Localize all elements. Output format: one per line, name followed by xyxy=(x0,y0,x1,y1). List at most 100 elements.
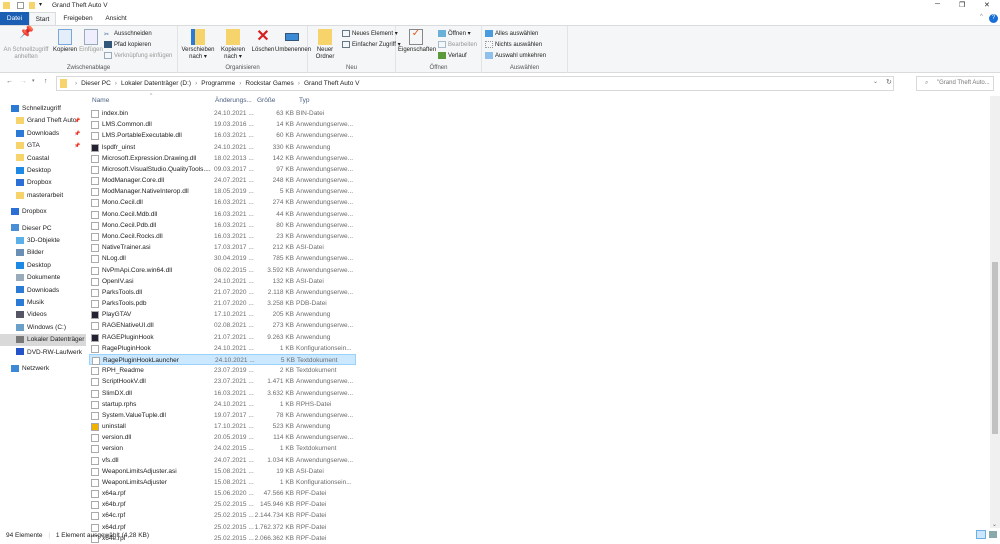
sidebar-item[interactable]: Schnellzugriff xyxy=(0,103,86,115)
details-view-button[interactable] xyxy=(976,530,986,539)
address-bar[interactable]: › Dieser PC › Lokaler Datenträger (D:) › Prog… xyxy=(56,76,894,91)
close-button[interactable]: ✕ xyxy=(984,1,990,9)
properties-button[interactable]: ✓ Eigenschaften xyxy=(398,29,436,54)
sidebar-item[interactable]: Bilder xyxy=(0,247,86,259)
invert-selection-button[interactable]: Auswahl umkehren xyxy=(485,51,546,61)
file-row[interactable]: ParksTools.dll 21.07.2020 ... 2.118 KB Anwe… xyxy=(89,287,356,298)
refresh-icon[interactable]: ↻ xyxy=(886,78,892,86)
sidebar-item[interactable]: masterarbeit xyxy=(0,190,86,202)
open-button[interactable]: Öffnen ▾ xyxy=(438,29,471,39)
file-row[interactable]: NLog.dll 30.04.2019 ... 785 KB Anwendungser… xyxy=(89,253,356,264)
sidebar-item[interactable]: Dropbox xyxy=(0,206,86,218)
column-size[interactable]: Größe xyxy=(257,97,275,104)
file-row[interactable]: x64c.rpf 25.02.2015 ... 2.144.734 KB RPF-Da… xyxy=(89,510,356,521)
easy-access-button[interactable]: Einfacher Zugriff ▾ xyxy=(342,40,401,50)
pin-quick-access-button[interactable]: 📌 An Schnellzugriff anheften xyxy=(2,26,50,61)
paste-button[interactable]: Einfügen xyxy=(79,29,103,54)
new-folder-quick-icon[interactable] xyxy=(29,2,35,9)
properties-quick-icon[interactable] xyxy=(17,2,24,9)
new-folder-button[interactable]: Neuer Ordner xyxy=(312,29,338,61)
address-dropdown-icon[interactable]: ⌄ xyxy=(873,78,878,85)
file-row[interactable]: Microsoft.VisualStudio.QualityTools.... 0… xyxy=(89,164,356,175)
history-button[interactable]: Verlauf xyxy=(438,51,467,61)
file-row[interactable]: RAGENativeUI.dll 02.08.2021 ... 273 KB Anwe… xyxy=(89,320,356,331)
file-row[interactable]: x64a.rpf 15.06.2020 ... 47.566 KB RPF-Datei xyxy=(89,488,356,499)
file-row[interactable]: RagePluginHook 24.10.2021 ... 1 KB Konfigur… xyxy=(89,343,356,354)
file-row[interactable]: System.ValueTuple.dll 19.07.2017 ... 78 KB… xyxy=(89,410,356,421)
sidebar-item[interactable]: Desktop xyxy=(0,260,86,272)
minimize-button[interactable]: ─ xyxy=(935,1,940,8)
search-input[interactable]: ⌕ "Grand Theft Auto... xyxy=(916,76,994,91)
quick-access-dropdown-icon[interactable]: ▾ xyxy=(39,1,42,8)
recent-dropdown-icon[interactable]: ▾ xyxy=(32,78,35,84)
column-date[interactable]: Änderungs... xyxy=(215,97,252,104)
back-button[interactable]: ← xyxy=(6,78,13,85)
file-row[interactable]: Mono.Cecil.dll 16.03.2021 ... 274 KB Anwend… xyxy=(89,197,356,208)
file-row[interactable]: Mono.Cecil.Mdb.dll 16.03.2021 ... 44 KB Anw… xyxy=(89,209,356,220)
tab-ansicht[interactable]: Ansicht xyxy=(100,12,132,25)
scrollbar-thumb[interactable] xyxy=(992,262,998,434)
file-row[interactable]: version.dll 20.05.2019 ... 114 KB Anwendung… xyxy=(89,432,356,443)
file-row[interactable]: version 24.02.2015 ... 1 KB Textdokument xyxy=(89,443,356,454)
sidebar-item[interactable]: DVD-RW-Laufwerk xyxy=(0,347,86,359)
file-row[interactable]: OpenIV.asi 24.10.2021 ... 132 KB ASI-Datei xyxy=(89,276,356,287)
file-row[interactable]: WeaponLimitsAdjuster 15.08.2021 ... 1 KB Ko… xyxy=(89,477,356,488)
file-row[interactable]: ModManager.NativeInterop.dll 18.05.2019 .… xyxy=(89,186,356,197)
scroll-down-icon[interactable]: ⌄ xyxy=(992,521,997,528)
breadcrumb-item[interactable]: Programme xyxy=(201,80,235,87)
file-row[interactable]: Mono.Cecil.Pdb.dll 16.03.2021 ... 80 KB Anw… xyxy=(89,220,356,231)
copy-button[interactable]: Kopieren xyxy=(52,29,78,54)
file-row[interactable]: Mono.Cecil.Rocks.dll 16.03.2021 ... 23 KB A… xyxy=(89,231,356,242)
up-button[interactable]: ↑ xyxy=(44,78,48,85)
file-row[interactable]: vfs.dll 24.07.2021 ... 1.034 KB Anwendungse… xyxy=(89,455,356,466)
file-row[interactable]: Microsoft.Expression.Drawing.dll 18.02.20… xyxy=(89,153,356,164)
paste-shortcut-button[interactable]: Verknüpfung einfügen xyxy=(104,51,172,61)
sidebar-item[interactable]: 3D-Objekte xyxy=(0,235,86,247)
file-row[interactable]: SlimDX.dll 16.03.2021 ... 3.632 KB Anwendun… xyxy=(89,388,356,399)
tab-datei[interactable]: Datei xyxy=(0,12,29,25)
forward-button[interactable]: → xyxy=(20,78,27,85)
collapse-ribbon-icon[interactable]: ^ xyxy=(980,14,983,20)
breadcrumb-item[interactable]: Dieser PC xyxy=(81,80,111,87)
column-name[interactable]: Name xyxy=(92,97,109,104)
sidebar-item[interactable]: Dokumente xyxy=(0,272,86,284)
file-row[interactable]: ParksTools.pdb 21.07.2020 ... 3.258 KB PDB-… xyxy=(89,298,356,309)
file-row[interactable]: RagePluginHookLauncher 24.10.2021 ... 5 KB… xyxy=(89,353,356,365)
cut-button[interactable]: ✂ Ausschneiden xyxy=(104,29,152,39)
breadcrumb-item[interactable]: Grand Theft Auto V xyxy=(304,80,360,87)
sidebar-item[interactable]: Downloads 📌 xyxy=(0,128,86,140)
new-item-button[interactable]: Neues Element ▾ xyxy=(342,29,398,39)
file-row[interactable]: LMS.PortableExecutable.dll 16.03.2021 ...… xyxy=(89,130,356,141)
file-row[interactable]: ModManager.Core.dll 24.07.2021 ... 248 KB A… xyxy=(89,175,356,186)
sidebar-item[interactable]: Desktop xyxy=(0,165,86,177)
file-row[interactable]: RPH_Readme 23.07.2019 ... 2 KB Textdokument xyxy=(89,365,356,376)
copy-path-button[interactable]: Pfad kopieren xyxy=(104,40,151,50)
file-row[interactable]: lspdfr_uinst 24.10.2021 ... 330 KB Anwendun… xyxy=(89,142,356,153)
file-row[interactable]: NvPmApi.Core.win64.dll 06.02.2015 ... 3.59… xyxy=(89,265,356,276)
sidebar-item[interactable]: Coastal xyxy=(0,153,86,165)
breadcrumb-item[interactable]: Lokaler Datenträger (D:) xyxy=(121,80,191,87)
sidebar-item[interactable]: Dieser PC xyxy=(0,223,86,235)
breadcrumb-separator[interactable]: › xyxy=(239,80,241,87)
copy-to-button[interactable]: Kopieren nach ▾ xyxy=(216,29,250,61)
select-all-button[interactable]: Alles auswählen xyxy=(485,29,538,39)
rename-button[interactable]: Umbenennen xyxy=(275,29,311,54)
breadcrumb-separator[interactable]: › xyxy=(115,80,117,87)
breadcrumb-separator[interactable]: › xyxy=(75,80,77,87)
tab-start[interactable]: Start xyxy=(29,12,56,25)
move-to-button[interactable]: Verschieben nach ▾ xyxy=(181,29,215,61)
sidebar-item[interactable]: Windows (C:) xyxy=(0,322,86,334)
sidebar-item[interactable]: Netzwerk xyxy=(0,363,86,375)
breadcrumb-separator[interactable]: › xyxy=(298,80,300,87)
sidebar-item[interactable]: Lokaler Datenträger xyxy=(0,334,86,347)
maximize-button[interactable]: ❐ xyxy=(959,1,965,9)
sidebar-item[interactable]: Grand Theft Auto 📌 xyxy=(0,115,86,127)
file-row[interactable]: WeaponLimitsAdjuster.asi 15.08.2021 ... 19… xyxy=(89,466,356,477)
delete-button[interactable]: ✕ Löschen xyxy=(251,29,275,54)
sidebar-item[interactable]: Dropbox xyxy=(0,177,86,189)
file-row[interactable]: RAGEPluginHook 21.07.2021 ... 9.263 KB Anwe… xyxy=(89,332,356,343)
file-row[interactable]: NativeTrainer.asi 17.03.2017 ... 212 KB ASI… xyxy=(89,242,356,253)
file-row[interactable]: x64b.rpf 25.02.2015 ... 145.946 KB RPF-Date… xyxy=(89,499,356,510)
sidebar-item[interactable]: Downloads xyxy=(0,285,86,297)
help-icon[interactable]: ? xyxy=(989,14,998,23)
